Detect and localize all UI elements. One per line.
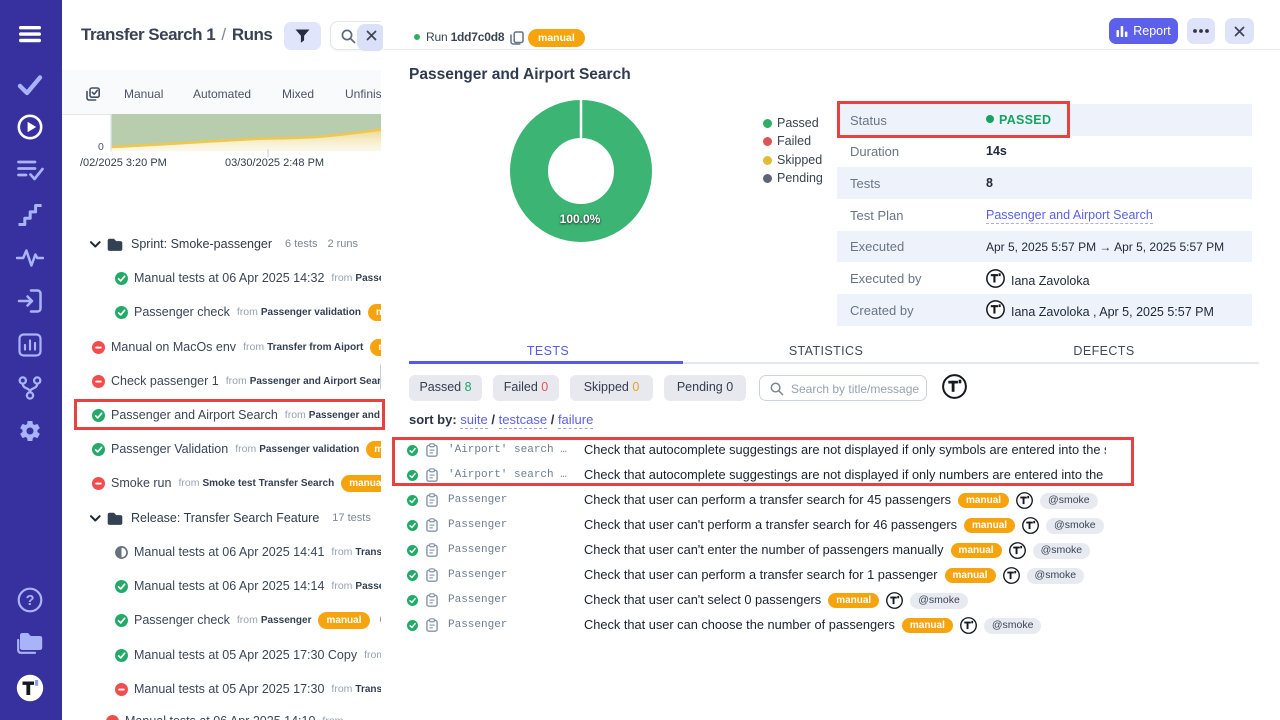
svg-text:?: ? <box>26 593 35 609</box>
